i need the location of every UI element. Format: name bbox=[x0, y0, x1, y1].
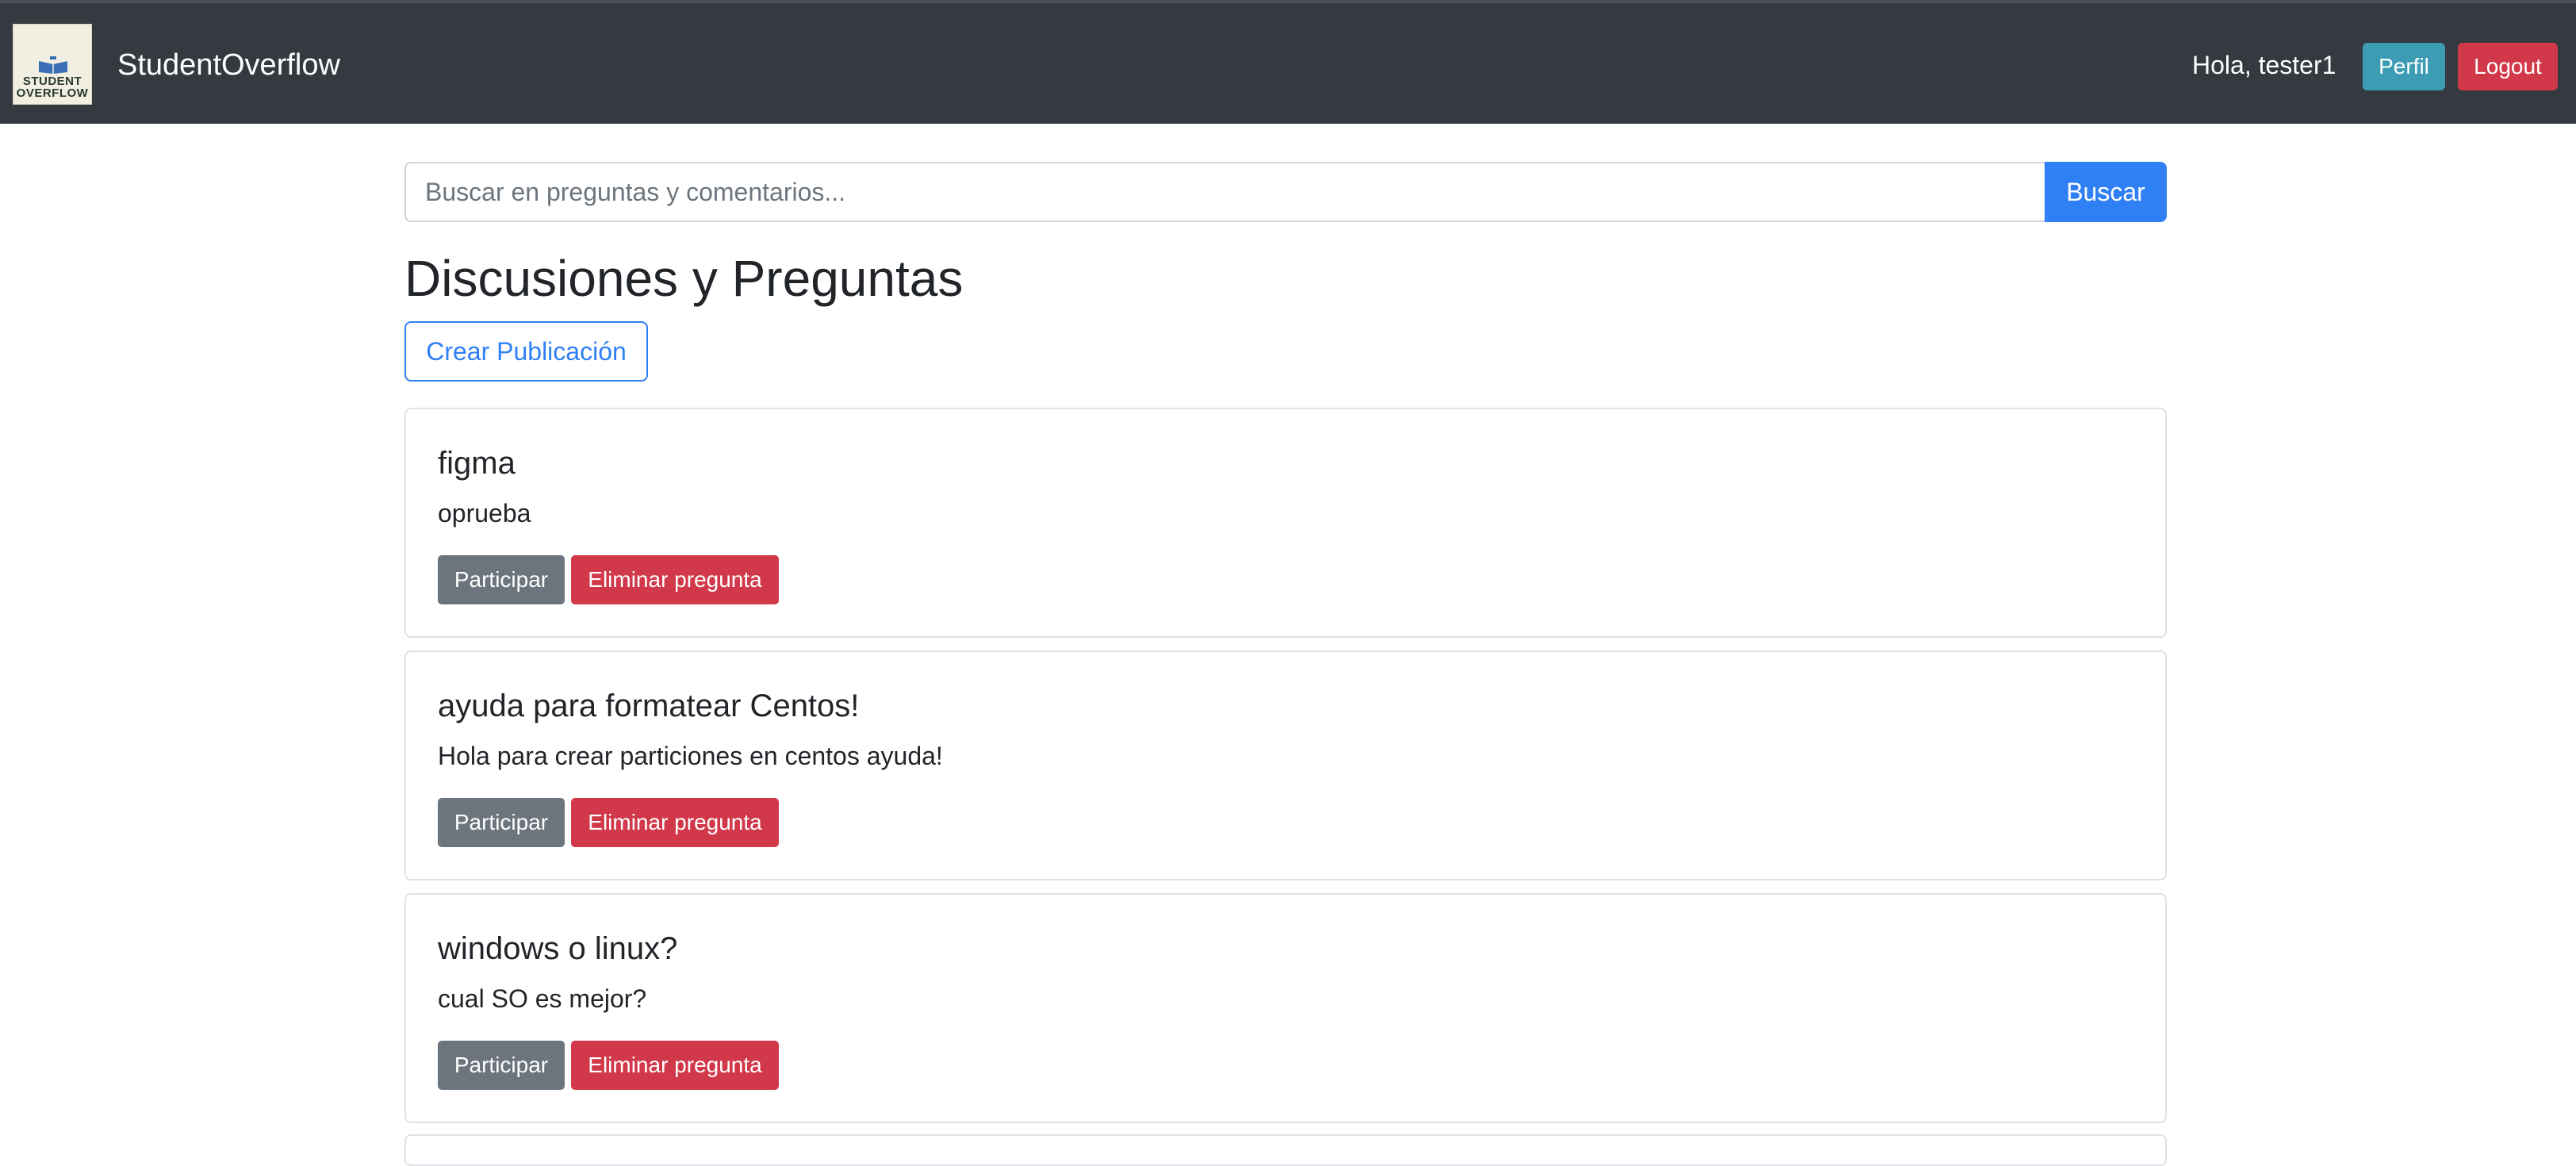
post-card-partial bbox=[404, 1134, 2167, 1166]
post-title: figma bbox=[438, 446, 516, 481]
participate-button[interactable]: Participar bbox=[438, 1041, 565, 1090]
logo-text: STUDENT OVERFLOW bbox=[16, 75, 89, 100]
brand-name[interactable]: StudentOverflow bbox=[117, 46, 340, 84]
book-logo-icon bbox=[39, 56, 67, 74]
delete-question-button[interactable]: Eliminar pregunta bbox=[571, 1041, 779, 1090]
logo[interactable]: STUDENT OVERFLOW bbox=[13, 24, 92, 105]
navbar: STUDENT OVERFLOW StudentOverflow Hola, t… bbox=[0, 0, 2576, 124]
search-button[interactable]: Buscar bbox=[2045, 162, 2167, 222]
post-card: windows o linux? cual SO es mejor? Parti… bbox=[404, 893, 2167, 1123]
post-body: Hola para crear particiones en centos ay… bbox=[438, 742, 943, 770]
participate-button[interactable]: Participar bbox=[438, 555, 565, 604]
delete-question-button[interactable]: Eliminar pregunta bbox=[571, 555, 779, 604]
user-greeting: Hola, tester1 bbox=[2192, 51, 2336, 79]
post-title: windows o linux? bbox=[438, 931, 678, 966]
page-title: Discusiones y Preguntas bbox=[404, 250, 964, 307]
participate-button[interactable]: Participar bbox=[438, 798, 565, 847]
search-input[interactable]: Buscar en preguntas y comentarios... bbox=[404, 162, 2045, 222]
post-body: oprueba bbox=[438, 499, 531, 527]
post-title: ayuda para formatear Centos! bbox=[438, 688, 860, 723]
logout-button[interactable]: Logout bbox=[2458, 43, 2558, 90]
create-post-button[interactable]: Crear Publicación bbox=[404, 321, 648, 382]
profile-button[interactable]: Perfil bbox=[2363, 43, 2445, 90]
post-body: cual SO es mejor? bbox=[438, 984, 647, 1013]
delete-question-button[interactable]: Eliminar pregunta bbox=[571, 798, 779, 847]
post-card: figma oprueba Participar Eliminar pregun… bbox=[404, 408, 2167, 638]
post-card: ayuda para formatear Centos! Hola para c… bbox=[404, 650, 2167, 880]
search-bar: Buscar en preguntas y comentarios... Bus… bbox=[404, 162, 2167, 222]
